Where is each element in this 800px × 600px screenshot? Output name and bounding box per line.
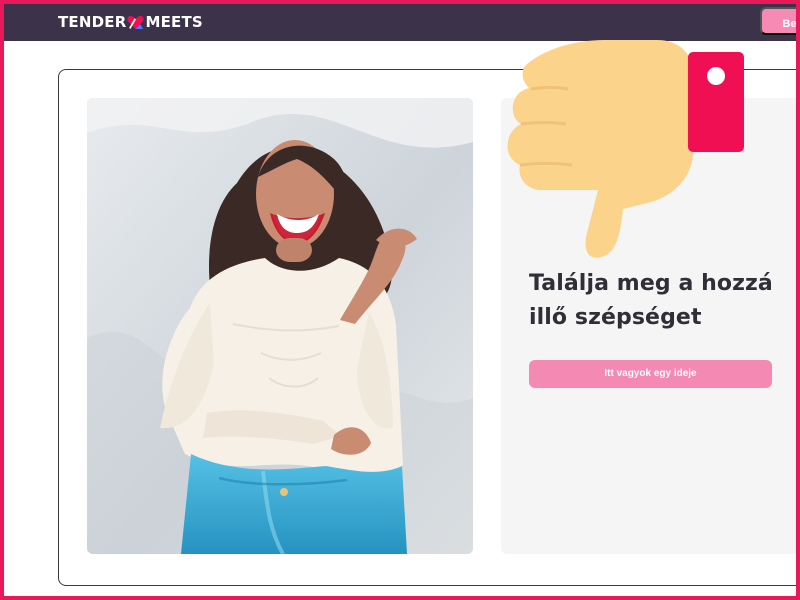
page-frame: TENDER MEETS Belé xyxy=(0,0,800,600)
woman-profile-photo xyxy=(87,98,473,554)
heart-logo-icon xyxy=(127,15,145,30)
thumbs-down-icon xyxy=(507,32,752,262)
hero-headline: Találja meg a hozzá illő szépséget xyxy=(529,271,773,330)
logo-text-right: MEETS xyxy=(145,13,203,31)
logo-text-left: TENDER xyxy=(58,13,127,31)
already-member-button[interactable]: Itt vagyok egy ideje xyxy=(529,360,772,388)
login-button[interactable]: Belé xyxy=(760,7,796,35)
tendermeets-logo[interactable]: TENDER MEETS xyxy=(58,10,203,34)
